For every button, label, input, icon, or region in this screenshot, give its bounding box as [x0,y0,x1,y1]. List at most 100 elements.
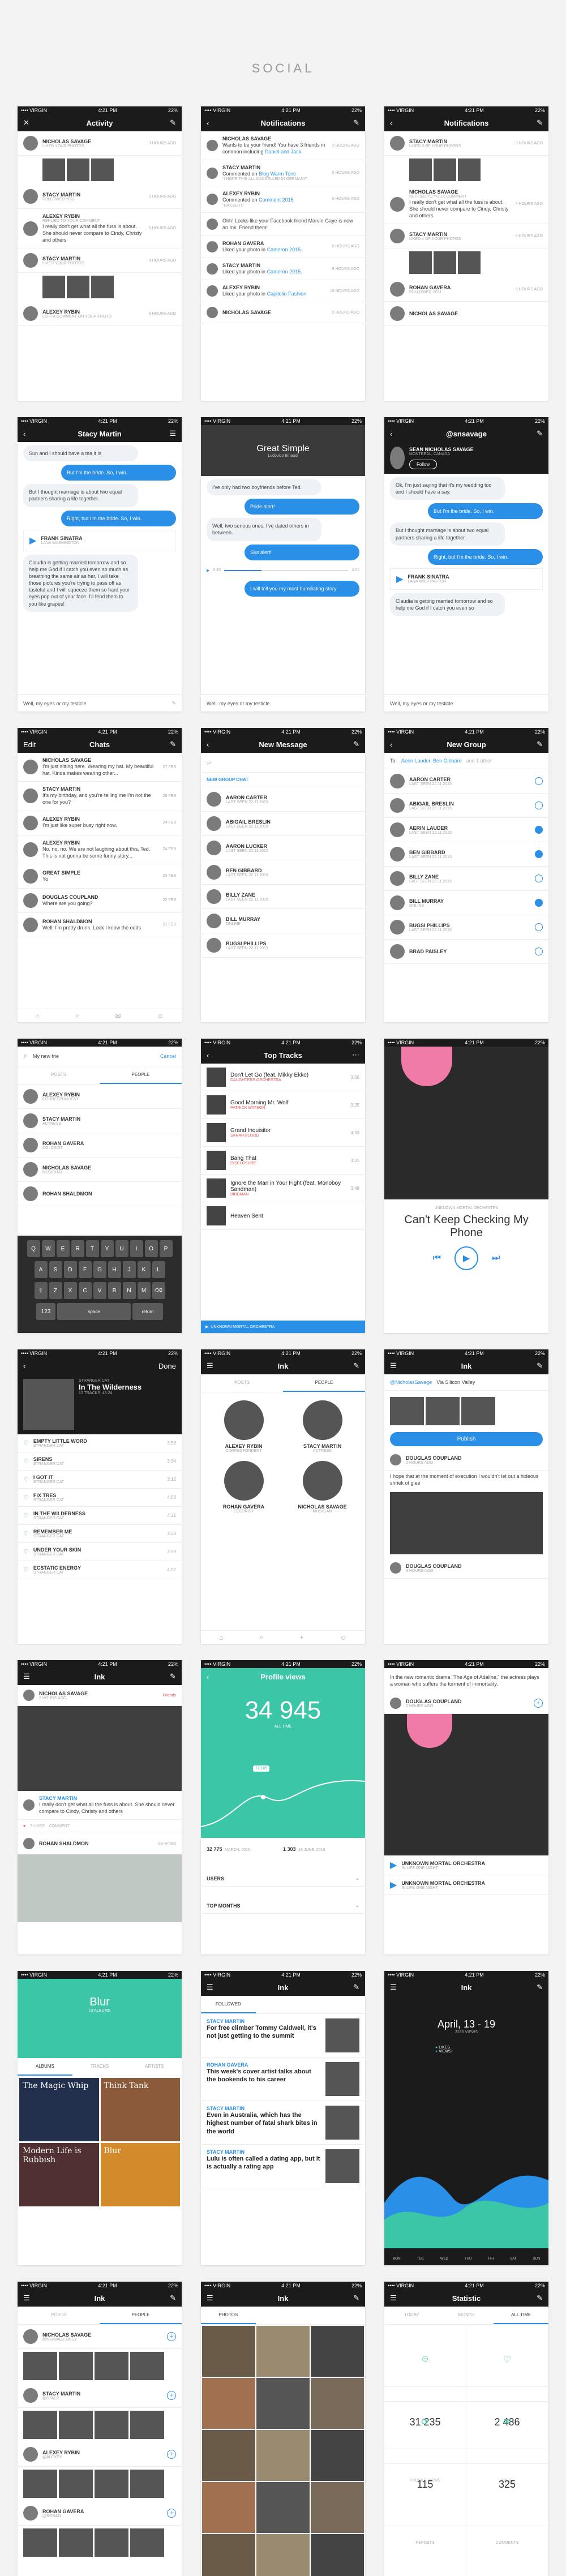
person-item[interactable]: ROHAN GAVERA @ROHAN + [18,2501,182,2526]
select-checkbox[interactable] [535,875,543,883]
list-item[interactable]: ROHAN GAVERA FOLLOWED YOU 9 HOURS AGO [384,277,548,302]
photo-thumbnail[interactable] [95,2528,128,2557]
message-input[interactable]: Well, my eyes or my testicle [201,695,365,711]
select-checkbox[interactable] [535,777,543,786]
key-return[interactable]: return [132,1303,163,1320]
contact-item[interactable]: AARON CARTER LAST SEEN 22.11.2015 [384,769,548,794]
photo-thumbnail[interactable] [202,2326,255,2377]
compose-icon[interactable]: ✎ [337,2294,359,2303]
key[interactable]: D [63,1261,77,1278]
key[interactable]: N [122,1282,136,1299]
menu-icon[interactable]: ☰ [207,1361,229,1370]
photo-thumbnail[interactable] [67,276,89,299]
person-item[interactable]: ALEXEY RYBIN CORRESPONDENT [18,1085,182,1109]
photo-thumbnail[interactable] [130,2411,164,2439]
close-icon[interactable]: ✕ [23,118,46,127]
key[interactable]: ⌫ [152,1282,165,1299]
photo-thumbnail[interactable] [311,2326,364,2377]
key[interactable]: Q [27,1240,40,1257]
key[interactable]: Y [100,1240,114,1257]
play-icon[interactable]: ▶ [454,1246,478,1270]
contact-item[interactable]: BUGSI PHILLIPS LAST SEEN 22.11.2015 [384,915,548,940]
notification-item[interactable]: STACY MARTIN Commented on Blog Warm Tone "… [201,160,365,187]
track-row[interactable]: ♡ REMEMBER ME STRANGER CAT 3:23 [18,1525,182,1543]
menu-icon[interactable]: ☰ [207,1983,229,1992]
play-icon[interactable]: ▶ [396,573,403,585]
key[interactable]: T [85,1240,99,1257]
key[interactable]: M [137,1282,151,1299]
select-checkbox[interactable] [535,826,543,834]
photo-thumbnail[interactable] [311,2534,364,2576]
heart-icon[interactable]: ♥ [23,1824,25,1828]
photo-thumbnail[interactable] [409,158,432,181]
person-card[interactable]: ROHAN GAVERA COLORIST [207,1461,281,1514]
photo-thumbnail[interactable] [42,276,65,299]
contact-item[interactable]: AERIN LAUDER LAST SEEN 22.11.2015 [384,818,548,843]
done-button[interactable]: Done [153,1362,176,1370]
contact-item[interactable]: BEN GIBBARD LAST SEEN 22.11.2015 [201,860,365,885]
key[interactable]: K [137,1261,151,1278]
photo-thumbnail[interactable] [256,2534,310,2576]
track-row[interactable]: ▶ UNKNOWN MORTAL ORCHESTRA IN LIFE ONE NIG… [384,1855,548,1876]
track-row[interactable]: Good Morning Mr. Wolf PATRICK WATSON 3:25 [201,1091,365,1119]
list-item[interactable]: ALEXEY RYBIN LEFT A COMMENT ON YOUR PHOTO… [18,302,182,327]
compose-icon[interactable]: ✎ [153,118,176,127]
photo-thumbnail[interactable] [202,2534,255,2576]
chat-item[interactable]: GREAT SIMPLE Yo 23 FEB [18,864,182,889]
person-item[interactable]: ALEXEY RYBIN @ALEXEY + [18,2442,182,2467]
message-input[interactable]: Well, my eyes or my testicle ✎ [18,695,182,711]
tab-posts[interactable]: POSTS [18,1066,100,1084]
tab-tracks[interactable]: TRACKS [72,2058,127,2076]
cowriters-label[interactable]: Co-writers [158,1842,176,1846]
photo-thumbnail[interactable] [130,2352,164,2380]
mention[interactable]: @NicholasSavage [390,1379,432,1386]
list-item[interactable]: STACY MARTIN LIKED 3 OF YOUR PHOTOS 3 HOUR… [384,131,548,156]
profile-icon[interactable]: ☺ [340,1634,347,1641]
list-item[interactable]: STACY MARTIN LIKED YOUR PHOTOS 8 HOURS AGO [18,248,182,273]
photo-thumbnail[interactable] [409,251,432,275]
key[interactable]: S [49,1261,62,1278]
key[interactable]: P [159,1240,173,1257]
article-item[interactable]: STACY MARTIN Even in Australia, which has… [201,2101,365,2145]
track-row[interactable]: ♡ I GOT IT STRANGER CAT 3:12 [18,1471,182,1489]
notification-item[interactable]: STACY MARTIN Liked your photo in Cameron … [201,258,365,281]
photo-thumbnail[interactable] [202,2482,255,2533]
tab-artists[interactable]: ARTISTS [127,2058,182,2076]
compose-icon[interactable]: ✎ [520,118,543,127]
select-checkbox[interactable] [535,948,543,956]
photo-thumbnail[interactable] [311,2482,364,2533]
chat-item[interactable]: NICHOLAS SAVAGE I'm just sitting here. We… [18,753,182,782]
compose-icon[interactable]: ✎ [153,1672,176,1681]
compose-icon[interactable]: ✎ [520,1361,543,1370]
photo-thumbnail[interactable] [256,2326,310,2377]
key[interactable]: ⇧ [34,1282,48,1299]
notification-link[interactable]: Blog Warm Tone [259,171,296,177]
heart-icon[interactable]: ♡ [23,1530,29,1537]
photo-thumbnail[interactable] [130,2528,164,2557]
back-icon[interactable]: ‹ [207,1051,229,1060]
photo-thumbnail[interactable] [311,2430,364,2481]
contact-item[interactable]: AARON CARTER LAST SEEN 22.11.2015 [201,787,365,812]
chat-item[interactable]: ALEXEY RYBIN I'm just like super busy rig… [18,811,182,835]
tab-photos[interactable]: PHOTOS [201,2307,256,2324]
key[interactable]: L [152,1261,165,1278]
search-icon[interactable]: ⌕ [75,1011,79,1020]
shared-track[interactable]: ▶ FRANK SINATRA LANA WASHINGTON [23,529,176,551]
photo-thumbnail[interactable] [59,2352,93,2380]
key[interactable]: X [63,1282,77,1299]
contact-item[interactable]: BILL MURRAY ONLINE [201,909,365,933]
new-group-link[interactable]: NEW GROUP CHAT [201,773,365,787]
chat-item[interactable]: DOUGLAS COUPLAND Where are you going? 22 F… [18,889,182,913]
contact-item[interactable]: BILLY ZANE LAST SEEN 22.11.2015 [384,867,548,891]
track-row[interactable]: Don't Let Go (feat. Mikky Ekko) DAUGHTERS… [201,1064,365,1091]
play-icon[interactable]: ▶ [29,535,36,546]
compose-icon[interactable]: ✎ [520,2294,543,2303]
play-icon[interactable]: ▶ [205,1325,208,1329]
article-item[interactable]: ROHAN GAVERA This week's cover artist tal… [201,2058,365,2101]
search-icon[interactable]: ⌕ [260,1633,264,1641]
track-row[interactable]: Grand Inquisitor SARAH BLOOD 4:33 [201,1119,365,1147]
menu-icon[interactable]: ☰ [23,1672,46,1681]
compose-icon[interactable]: ✎ [337,1983,359,1992]
contact-item[interactable]: BILLY ZANE LAST SEEN 22.11.2015 [201,885,365,909]
menu-icon[interactable]: ☰ [390,1983,413,1992]
